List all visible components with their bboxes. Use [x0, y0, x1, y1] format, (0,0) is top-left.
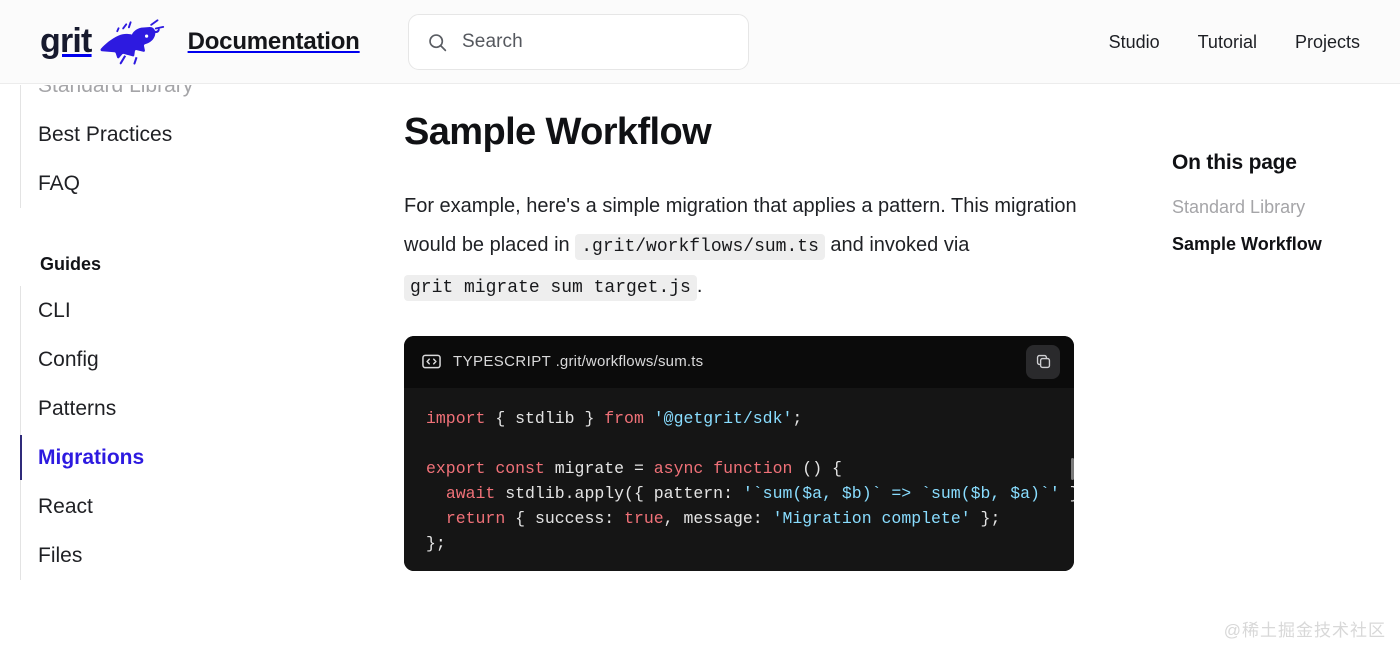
sidebar-item-react[interactable]: React — [0, 482, 372, 531]
sidebar-item-standard-library[interactable]: Standard Library — [0, 85, 372, 110]
search-icon — [427, 32, 448, 53]
logo-wordmark: grit — [40, 21, 92, 60]
paragraph-text-part2: and invoked via — [824, 233, 970, 256]
code-block-body[interactable]: import { stdlib } from '@getgrit/sdk'; e… — [404, 387, 1074, 571]
sidebar-item-migrations[interactable]: Migrations — [0, 433, 372, 482]
code-language-label: TYPESCRIPT — [453, 353, 552, 371]
search-input[interactable]: Search — [408, 14, 749, 70]
code-brackets-icon — [422, 352, 441, 371]
main-content: Sample Workflow For example, here's a si… — [404, 85, 1094, 649]
brand-title: Documentation — [187, 27, 360, 55]
page-title: Sample Workflow — [404, 111, 712, 153]
watermark: @稀土掘金技术社区 — [1223, 621, 1386, 640]
primary-nav: Studio Tutorial Projects — [1109, 0, 1360, 84]
code-line: return { success: true, message: 'Migrat… — [445, 508, 1001, 528]
nav-link-projects[interactable]: Projects — [1295, 32, 1360, 53]
site-header: grit Documentation Search Studio Tutoria… — [0, 0, 1400, 84]
code-line: }; — [426, 533, 446, 553]
inline-code-migrate-command: grit migrate sum target.js — [404, 274, 697, 301]
nav-link-studio[interactable]: Studio — [1109, 32, 1160, 53]
sidebar-section-title-guides: Guides — [40, 254, 102, 274]
documentation-page: grit Documentation Search Studio Tutoria… — [0, 0, 1400, 649]
code-block: TYPESCRIPT .grit/workflows/sum.ts import… — [404, 335, 1074, 571]
sidebar-item-config[interactable]: Config — [0, 335, 372, 384]
inline-code-workflow-path: .grit/workflows/sum.ts — [575, 233, 825, 260]
nav-link-tutorial[interactable]: Tutorial — [1198, 32, 1257, 53]
sidebar-item-best-practices[interactable]: Best Practices — [0, 110, 372, 159]
copy-code-button[interactable] — [1026, 344, 1060, 379]
docs-sidebar: Standard Library Best Practices FAQ Guid… — [0, 85, 372, 649]
toc-title: On this page — [1172, 151, 1297, 174]
sidebar-item-cli[interactable]: CLI — [0, 286, 372, 335]
sidebar-item-faq[interactable]: FAQ — [0, 159, 372, 208]
toc-item-sample-workflow[interactable]: Sample Workflow — [1172, 234, 1400, 255]
brand-logo-link[interactable]: grit Documentation — [40, 0, 360, 83]
copy-icon — [1035, 353, 1052, 370]
sidebar-item-files[interactable]: Files — [0, 531, 372, 580]
code-line: export const migrate = async function ()… — [426, 458, 842, 478]
paragraph-text-part3: . — [696, 274, 703, 297]
code-line: await stdlib.apply({ pattern: '`sum($a, … — [445, 483, 1074, 503]
code-lines: import { stdlib } from '@getgrit/sdk'; e… — [404, 406, 1074, 556]
on-this-page-toc: On this page Standard Library Sample Wor… — [1172, 85, 1400, 649]
toc-item-standard-library[interactable]: Standard Library — [1172, 197, 1400, 218]
code-block-header: TYPESCRIPT .grit/workflows/sum.ts — [404, 335, 1074, 388]
sidebar-group-guides: CLI Config Patterns Migrations React Fil… — [0, 286, 372, 580]
search-placeholder-text: Search — [462, 31, 523, 52]
code-filename: .grit/workflows/sum.ts — [555, 353, 704, 371]
code-line: import { stdlib } from '@getgrit/sdk'; — [426, 408, 803, 428]
sidebar-group-reference: Standard Library Best Practices FAQ — [0, 85, 372, 208]
code-horizontal-scrollbar[interactable] — [1071, 457, 1074, 480]
sidebar-item-patterns[interactable]: Patterns — [0, 384, 372, 433]
grasshopper-logo-icon — [92, 16, 170, 68]
code-block-filename-label: TYPESCRIPT .grit/workflows/sum.ts — [453, 353, 703, 370]
intro-paragraph: For example, here's a simple migration t… — [404, 187, 1080, 308]
